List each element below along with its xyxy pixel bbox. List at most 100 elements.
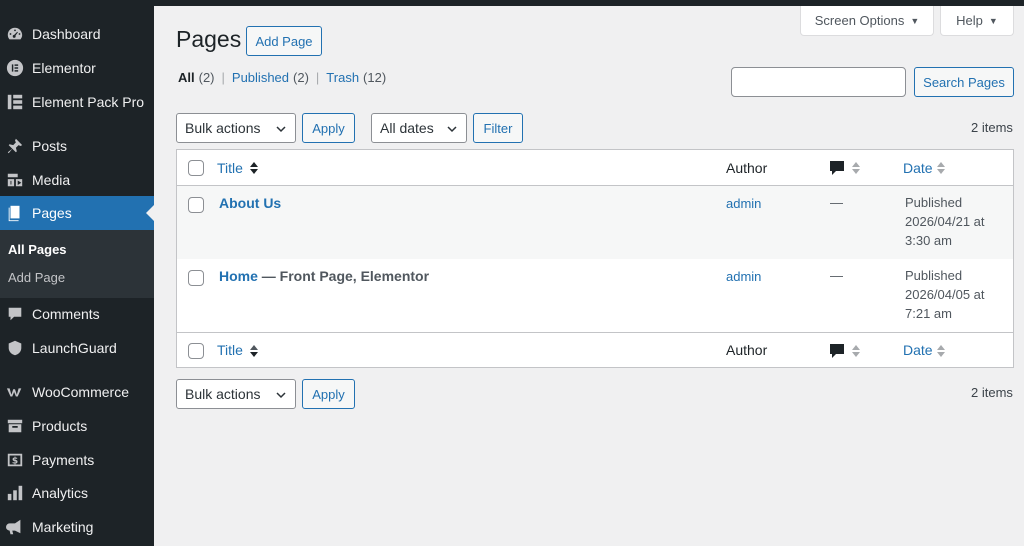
search-pages-button[interactable]: Search Pages	[914, 67, 1014, 97]
page-title-link[interactable]: About Us	[219, 195, 281, 211]
add-page-button[interactable]: Add Page	[246, 26, 322, 56]
element-pack-icon	[5, 92, 25, 112]
sidebar-item-marketing[interactable]: Marketing	[0, 510, 154, 544]
sidebar-item-label: Analytics	[32, 485, 89, 501]
bulk-actions-select-bottom[interactable]: Bulk actions	[176, 379, 296, 409]
date-value: 2026/04/05 at	[905, 287, 985, 302]
sidebar-item-woocommerce[interactable]: WooCommerce	[0, 375, 154, 409]
author-link[interactable]: admin	[726, 269, 761, 284]
svg-text:$: $	[12, 457, 18, 467]
date-filter-select[interactable]: All dates	[371, 113, 467, 143]
row-checkbox[interactable]	[188, 197, 204, 213]
shield-icon	[5, 338, 25, 358]
sidebar-item-posts[interactable]: Posts	[0, 129, 154, 163]
bulk-actions-select-top[interactable]: Bulk actions	[176, 113, 296, 143]
caret-down-icon: ▼	[910, 15, 920, 26]
sidebar-item-label: LaunchGuard	[32, 340, 117, 356]
archive-box-icon	[5, 416, 25, 436]
select-all-checkbox[interactable]	[188, 343, 204, 359]
select-all-checkbox[interactable]	[188, 160, 204, 176]
date-status: Published	[905, 195, 963, 210]
sort-icon[interactable]	[249, 344, 259, 358]
separator: |	[315, 70, 320, 85]
chevron-down-icon	[447, 126, 457, 133]
apply-button-top[interactable]: Apply	[302, 113, 355, 143]
table-row: Home — Front Page, Elementor admin — Pub…	[177, 259, 1013, 332]
sidebar-item-label: Dashboard	[32, 26, 101, 42]
sidebar-item-label: Comments	[32, 306, 100, 322]
page-title: Pages	[176, 26, 242, 52]
woocommerce-icon	[5, 382, 25, 402]
comment-bubble-icon[interactable]	[829, 343, 845, 359]
pages-table: Title Author Date About Us admin — Publi…	[176, 149, 1014, 368]
sidebar-item-label: Payments	[32, 452, 95, 468]
screen-options-tab[interactable]: Screen Options ▼	[800, 6, 934, 36]
items-count-top: 2 items	[971, 120, 1013, 135]
sort-icon[interactable]	[249, 161, 259, 175]
sidebar-item-label: Element Pack Pro	[32, 94, 145, 110]
sidebar-item-label: Posts	[32, 138, 68, 154]
sidebar-item-dashboard[interactable]: Dashboard	[0, 17, 154, 51]
sidebar-item-label: Elementor	[32, 60, 96, 76]
media-icon	[5, 170, 25, 190]
author-link[interactable]: admin	[726, 196, 761, 211]
comment-count: —	[830, 268, 843, 283]
filter-all[interactable]: All	[178, 70, 195, 85]
page-title-link[interactable]: Home — Front Page, Elementor	[219, 268, 429, 284]
date-filter-value: All dates	[380, 120, 434, 136]
table-header: Title Author Date	[177, 150, 1013, 186]
bulk-actions-value: Bulk actions	[185, 120, 261, 136]
author-column-footer: Author	[726, 342, 768, 358]
apply-button-bottom[interactable]: Apply	[302, 379, 355, 409]
filter-trash[interactable]: Trash	[326, 70, 359, 85]
post-state: — Front Page, Elementor	[257, 268, 430, 284]
separator: |	[221, 70, 225, 85]
sort-icon[interactable]	[936, 344, 946, 358]
items-count-bottom: 2 items	[971, 385, 1013, 400]
dollar-card-icon: $	[5, 450, 25, 470]
sidebar-item-pages[interactable]: Pages	[0, 196, 154, 230]
date-value: 2026/04/21 at	[905, 214, 985, 229]
page-title-text[interactable]: Home	[219, 268, 258, 284]
filter-published[interactable]: Published	[232, 70, 289, 85]
author-column-header: Author	[726, 160, 768, 176]
chevron-down-icon	[276, 392, 286, 399]
sidebar-item-products[interactable]: Products	[0, 409, 154, 443]
pages-submenu: All Pages Add Page	[0, 230, 154, 298]
status-filter-links: All (2) | Published (2) | Trash (12)	[178, 70, 386, 85]
date-column-footer[interactable]: Date	[903, 342, 933, 358]
sidebar-item-launchguard[interactable]: LaunchGuard	[0, 331, 154, 365]
filter-all-count: (2)	[198, 70, 215, 85]
sidebar-item-element-pack-pro[interactable]: Element Pack Pro	[0, 85, 154, 119]
sidebar-item-label: WooCommerce	[32, 384, 129, 400]
date-column-header[interactable]: Date	[903, 160, 933, 176]
sidebar-item-label: Marketing	[32, 519, 94, 535]
title-column-footer[interactable]: Title	[217, 342, 243, 358]
pushpin-icon	[5, 136, 25, 156]
sidebar-item-comments[interactable]: Comments	[0, 297, 154, 331]
elementor-icon	[5, 58, 25, 78]
sidebar-item-label: Products	[32, 418, 88, 434]
sidebar-item-analytics[interactable]: Analytics	[0, 476, 154, 510]
admin-sidebar: Dashboard Elementor Element Pack Pro Pos…	[0, 0, 154, 546]
title-column-header[interactable]: Title	[217, 160, 243, 176]
sort-icon[interactable]	[936, 161, 946, 175]
sidebar-item-elementor[interactable]: Elementor	[0, 51, 154, 85]
date-time: 7:21 am	[905, 306, 952, 321]
help-tab[interactable]: Help ▼	[940, 6, 1014, 36]
sidebar-item-label: Media	[32, 172, 71, 188]
sidebar-item-payments[interactable]: $ Payments	[0, 443, 154, 477]
pages-icon	[5, 203, 25, 223]
comment-bubble-icon[interactable]	[829, 160, 845, 176]
filter-published-count: (2)	[293, 70, 309, 85]
submenu-add-page[interactable]: Add Page	[8, 270, 65, 285]
bulk-actions-value: Bulk actions	[185, 386, 261, 402]
submenu-all-pages[interactable]: All Pages	[8, 242, 67, 257]
row-checkbox[interactable]	[188, 270, 204, 286]
comment-icon	[5, 304, 25, 324]
sidebar-item-media[interactable]: Media	[0, 163, 154, 197]
search-input[interactable]	[731, 67, 906, 97]
sort-icon[interactable]	[851, 161, 861, 175]
filter-button[interactable]: Filter	[473, 113, 523, 143]
sort-icon[interactable]	[851, 344, 861, 358]
